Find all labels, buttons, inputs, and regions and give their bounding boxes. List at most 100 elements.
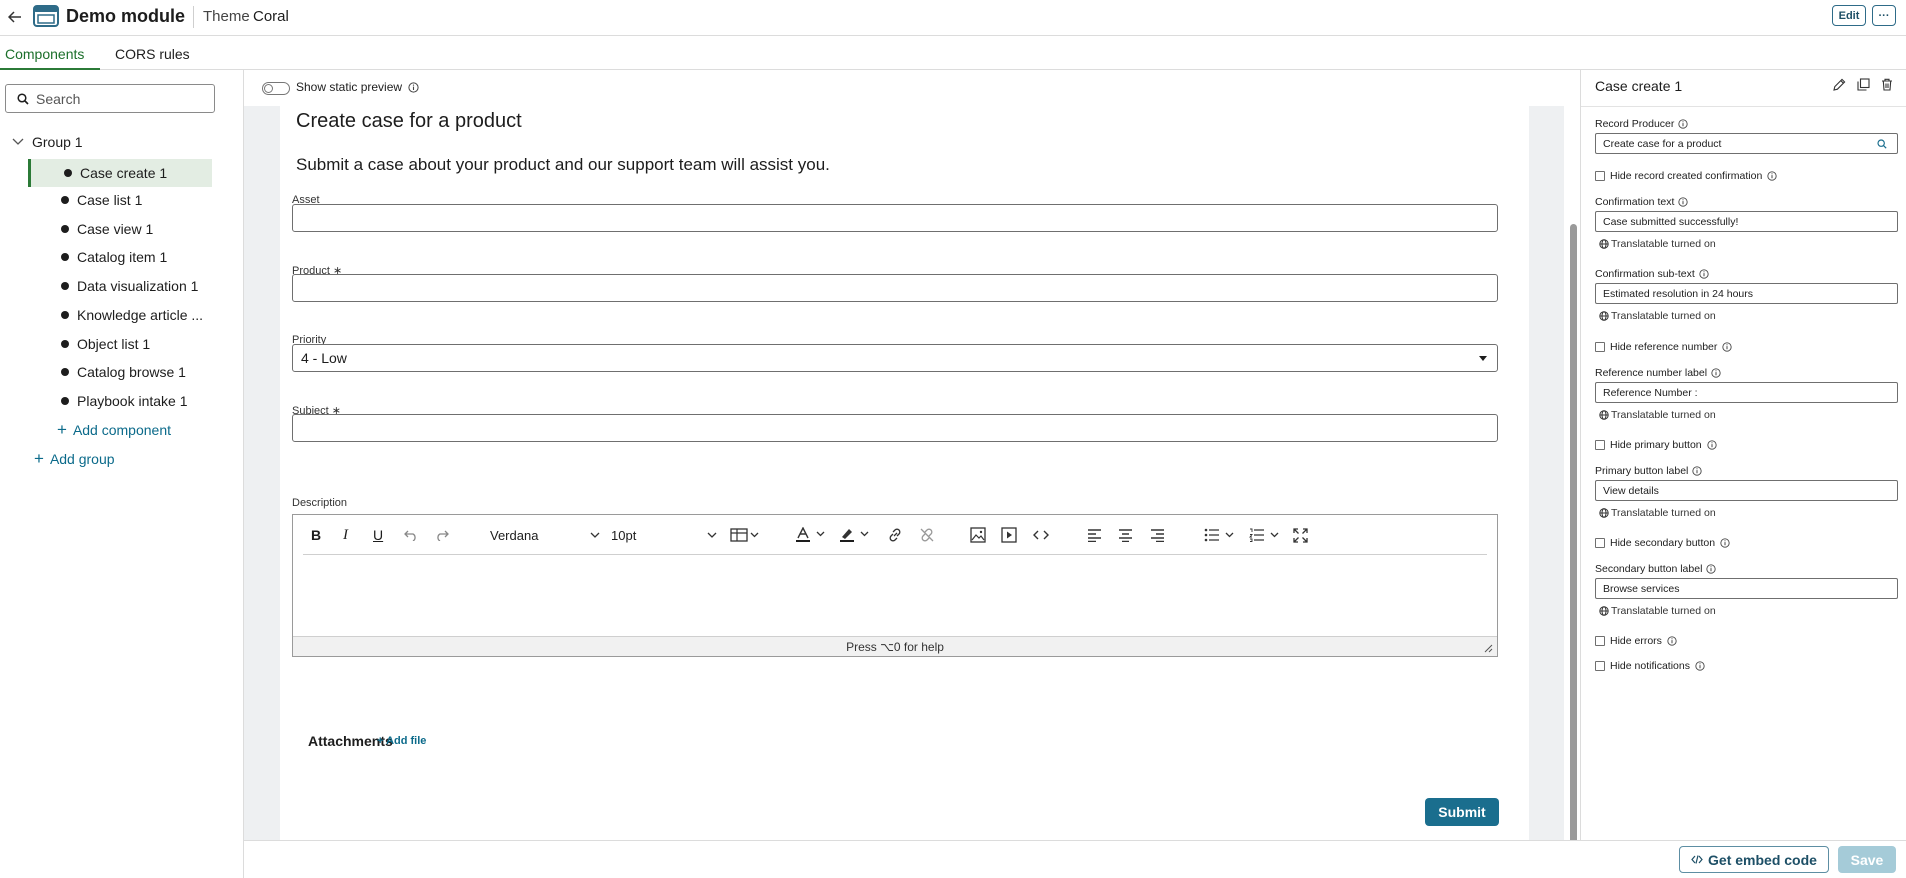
tab-cors-rules[interactable]: CORS rules (115, 46, 190, 62)
more-options-button[interactable]: ··· (1872, 5, 1896, 26)
trash-icon[interactable] (1881, 78, 1893, 91)
plus-icon: + (57, 420, 67, 439)
secondary-button-field[interactable]: Browse services (1595, 578, 1898, 599)
edit-button[interactable]: Edit (1832, 5, 1866, 26)
checkbox-box[interactable] (1595, 661, 1605, 671)
bullet-list-icon[interactable] (1204, 527, 1238, 543)
info-icon[interactable] (1706, 564, 1717, 574)
editor-help-text: Press ⌥0 for help (846, 639, 944, 654)
scrollbar-thumb[interactable] (1570, 224, 1577, 864)
add-file-link[interactable]: + Add file (377, 735, 426, 747)
tree-item-case-list[interactable]: Case list 1 (28, 186, 212, 214)
font-size-select[interactable]: 10pt (611, 527, 717, 543)
save-button[interactable]: Save (1838, 846, 1896, 873)
checkbox-box[interactable] (1595, 440, 1605, 450)
confirmation-subtext-value: Estimated resolution in 24 hours (1603, 287, 1753, 300)
checkbox-box[interactable] (1595, 538, 1605, 548)
checkbox-box[interactable] (1595, 636, 1605, 646)
tree-item-case-view[interactable]: Case view 1 (28, 215, 212, 243)
group-1-toggle[interactable]: Group 1 (12, 132, 83, 152)
info-icon[interactable] (1722, 342, 1733, 352)
font-size-value: 10pt (611, 527, 637, 543)
hide-secondary-button-checkbox[interactable]: Hide secondary button (1595, 537, 1730, 549)
chevron-down-icon (12, 138, 24, 145)
info-icon[interactable] (1711, 368, 1721, 378)
asset-field[interactable] (292, 204, 1498, 232)
back-arrow-icon[interactable] (4, 6, 26, 28)
tree-item-label: Case view 1 (77, 221, 154, 237)
add-component-link[interactable]: + Add component (57, 420, 171, 439)
underline-icon[interactable]: U (373, 527, 383, 543)
subject-field[interactable] (292, 414, 1498, 442)
highlight-color-icon[interactable] (839, 527, 873, 543)
redo-icon[interactable] (435, 527, 449, 543)
tree-item-object-list[interactable]: Object list 1 (28, 330, 212, 358)
media-icon[interactable] (1001, 527, 1017, 543)
hide-notifications-checkbox[interactable]: Hide notifications (1595, 660, 1705, 672)
confirmation-text-field[interactable]: Case submitted successfully! (1595, 211, 1898, 232)
table-icon[interactable] (730, 527, 760, 543)
rich-text-editor[interactable]: B I U Verdana 10pt Press ⌥0 for help (292, 514, 1498, 657)
undo-icon[interactable] (404, 527, 418, 543)
image-icon[interactable] (970, 527, 986, 543)
record-producer-field[interactable]: Create case for a product (1595, 133, 1898, 154)
submit-button[interactable]: Submit (1425, 798, 1499, 826)
info-icon[interactable] (1692, 466, 1703, 476)
search-input[interactable] (36, 89, 206, 109)
product-field[interactable] (292, 274, 1498, 302)
link-icon[interactable] (887, 527, 903, 543)
font-family-select[interactable]: Verdana (490, 527, 600, 543)
tree-item-label: Catalog item 1 (77, 249, 168, 265)
confirmation-subtext-field[interactable]: Estimated resolution in 24 hours (1595, 283, 1898, 304)
reference-number-field[interactable]: Reference Number : (1595, 382, 1898, 403)
unlink-icon[interactable] (919, 527, 935, 543)
italic-icon[interactable]: I (343, 527, 348, 543)
search-icon[interactable] (1877, 139, 1887, 149)
search-box[interactable] (5, 84, 215, 113)
info-icon[interactable] (408, 82, 419, 93)
theme-value[interactable]: Coral (253, 8, 289, 25)
checkbox-box[interactable] (1595, 342, 1605, 352)
globe-icon (1599, 606, 1609, 616)
editor-status-bar: Press ⌥0 for help (293, 636, 1497, 656)
tree-item-case-create[interactable]: Case create 1 (28, 159, 212, 187)
info-icon[interactable] (1678, 119, 1689, 129)
tree-item-playbook-intake[interactable]: Playbook intake 1 (28, 387, 212, 415)
align-center-icon[interactable] (1118, 527, 1133, 543)
tab-components[interactable]: Components (5, 46, 84, 62)
checkbox-box[interactable] (1595, 171, 1605, 181)
pencil-icon[interactable] (1833, 78, 1846, 91)
align-right-icon[interactable] (1150, 527, 1165, 543)
priority-select[interactable]: 4 - Low (292, 344, 1498, 372)
info-icon[interactable] (1720, 538, 1730, 548)
info-icon[interactable] (1767, 171, 1777, 181)
code-icon[interactable] (1033, 527, 1049, 543)
static-preview-toggle[interactable] (262, 82, 290, 95)
hide-reference-number-checkbox[interactable]: Hide reference number (1595, 341, 1733, 353)
add-group-link[interactable]: + Add group (34, 450, 115, 467)
tree-item-catalog-browse[interactable]: Catalog browse 1 (28, 358, 212, 386)
fullscreen-icon[interactable] (1293, 527, 1308, 543)
info-icon[interactable] (1678, 197, 1689, 207)
hide-record-confirmation-checkbox[interactable]: Hide record created confirmation (1595, 170, 1777, 182)
info-icon[interactable] (1667, 636, 1677, 646)
resize-handle-icon[interactable] (1484, 644, 1493, 653)
text-color-icon[interactable] (795, 527, 829, 543)
duplicate-icon[interactable] (1857, 78, 1870, 91)
info-icon[interactable] (1695, 661, 1705, 671)
numbered-list-icon[interactable] (1249, 527, 1283, 543)
tree-item-catalog-item[interactable]: Catalog item 1 (28, 243, 212, 271)
form-subtitle: Submit a case about your product and our… (296, 155, 830, 174)
info-icon[interactable] (1699, 269, 1709, 279)
hide-errors-checkbox[interactable]: Hide errors (1595, 635, 1677, 647)
bold-icon[interactable]: B (311, 527, 321, 543)
tree-item-knowledge-article[interactable]: Knowledge article ... (28, 301, 212, 329)
hide-primary-button-checkbox[interactable]: Hide primary button (1595, 439, 1717, 451)
info-icon[interactable] (1706, 440, 1717, 450)
primary-button-field[interactable]: View details (1595, 480, 1898, 501)
globe-icon (1599, 311, 1609, 321)
group-label: Group 1 (32, 134, 83, 150)
align-left-icon[interactable] (1087, 527, 1102, 543)
tree-item-data-visualization[interactable]: Data visualization 1 (28, 272, 212, 300)
get-embed-code-button[interactable]: Get embed code (1679, 846, 1829, 873)
